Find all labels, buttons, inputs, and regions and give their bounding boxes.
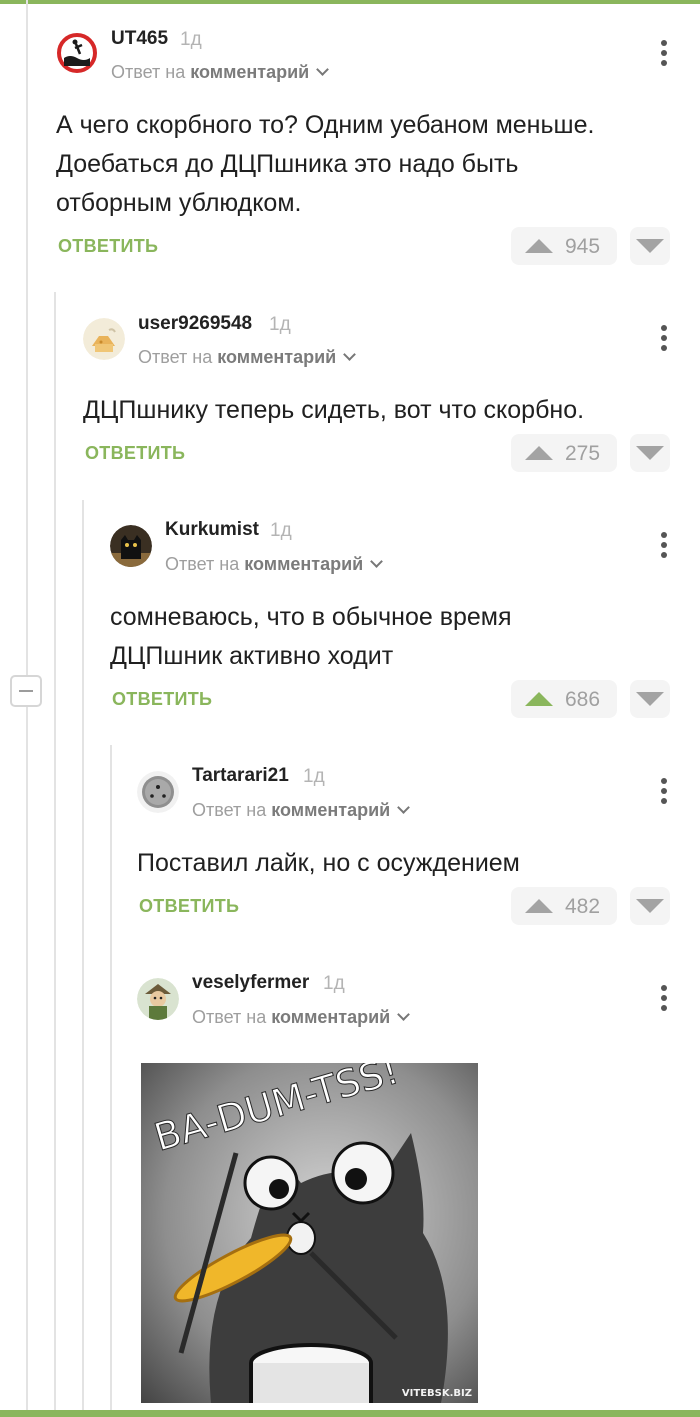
comment-text: ДЦПшнику теперь сидеть, вот что скорбно. — [83, 391, 584, 430]
comment-tartarari21: Tartarari21 1д Ответ на комментарий Пост… — [137, 765, 700, 935]
comment-author[interactable]: user9269548 — [138, 313, 252, 335]
reply-button[interactable]: ОТВЕТИТЬ — [58, 236, 158, 257]
vote-score: 945 — [565, 235, 601, 258]
reply-button[interactable]: ОТВЕТИТЬ — [139, 896, 239, 917]
reply-to-link[interactable]: Ответ на комментарий — [192, 1007, 411, 1028]
comment-text-line: ДЦПшник активно ходит — [110, 642, 394, 670]
avatar[interactable] — [56, 32, 98, 74]
comment-age: 1д — [269, 314, 291, 335]
downvote-button[interactable] — [630, 680, 670, 718]
reply-button[interactable]: ОТВЕТИТЬ — [112, 689, 212, 710]
vote-score: 275 — [565, 442, 601, 465]
reply-to-target: комментарий — [217, 347, 337, 367]
reply-button[interactable]: ОТВЕТИТЬ — [85, 443, 185, 464]
cartoon-cat-drummer-image[interactable]: BA-DUM-TSS! VITEBSK.BIZ — [141, 1063, 478, 1403]
comment-kurkumist: Kurkumist 1д Ответ на комментарий сомнев… — [110, 519, 700, 729]
upvote-arrow-icon — [525, 899, 553, 913]
avatar[interactable] — [137, 978, 179, 1020]
more-options-icon[interactable] — [661, 532, 667, 562]
chevron-down-icon — [343, 348, 357, 361]
thread-line-4[interactable] — [110, 745, 112, 1410]
reply-to-link[interactable]: Ответ на комментарий — [138, 347, 357, 368]
comment-author[interactable]: UT465 — [111, 28, 168, 50]
vote-score: 686 — [565, 688, 601, 711]
comment-veselyfermer: veselyfermer 1д Ответ на комментарий — [137, 972, 700, 1052]
bottom-accent-bar — [0, 1410, 700, 1417]
chevron-down-icon — [397, 1008, 411, 1021]
comment-text: А чего скорбного то? Одним уебаном меньш… — [56, 106, 594, 223]
thread-line-3[interactable] — [82, 500, 84, 1410]
cheese-house-icon — [83, 318, 125, 360]
comment-ut465: UT465 1д Ответ на комментарий А чего ско… — [56, 28, 700, 270]
warning-sinking-person-icon — [57, 33, 97, 73]
comment-age: 1д — [323, 973, 345, 994]
comment-user9269548: user9269548 1д Ответ на комментарий ДЦПш… — [83, 313, 700, 483]
reply-to-link[interactable]: Ответ на комментарий — [111, 62, 330, 83]
downvote-button[interactable] — [630, 887, 670, 925]
reply-to-prefix: Ответ на — [138, 347, 213, 367]
comment-age: 1д — [180, 29, 202, 50]
comment-text-line: ДЦПшнику теперь сидеть, вот что скорбно. — [83, 396, 585, 424]
meme-watermark: VITEBSK.BIZ — [401, 1388, 472, 1399]
reply-to-target: комментарий — [271, 1007, 391, 1027]
comment-text-line: А чего скорбного то? Одним уебаном меньш… — [56, 111, 595, 139]
comment-age: 1д — [303, 766, 325, 787]
upvote-button[interactable]: 686 — [511, 680, 617, 718]
cartoon-character-icon — [137, 978, 179, 1020]
comment-text-line: Поставил лайк, но с осуждением — [137, 849, 520, 877]
grey-disc-icon — [137, 771, 179, 813]
more-options-icon[interactable] — [661, 40, 667, 70]
comment-text-line: Доебаться до ДЦПшника это надо быть — [56, 150, 519, 178]
thread-line-2[interactable] — [54, 292, 56, 1410]
comment-text-line: отборным ублюдком. — [56, 189, 302, 217]
upvote-button[interactable]: 275 — [511, 434, 617, 472]
downvote-arrow-icon — [636, 446, 664, 460]
avatar[interactable] — [110, 525, 152, 567]
top-accent-bar — [0, 0, 700, 4]
collapse-thread-button[interactable] — [10, 675, 42, 707]
reply-to-prefix: Ответ на — [111, 62, 186, 82]
black-cat-icon — [110, 525, 152, 567]
meme-illustration: BA-DUM-TSS! — [141, 1063, 478, 1403]
reply-to-prefix: Ответ на — [165, 554, 240, 574]
more-options-icon[interactable] — [661, 778, 667, 808]
vote-score: 482 — [565, 895, 601, 918]
more-options-icon[interactable] — [661, 325, 667, 355]
comment-author[interactable]: veselyfermer — [192, 972, 309, 994]
downvote-button[interactable] — [630, 227, 670, 265]
comment-author[interactable]: Kurkumist — [165, 519, 259, 541]
reply-to-prefix: Ответ на — [192, 800, 267, 820]
reply-to-target: комментарий — [244, 554, 364, 574]
reply-to-link[interactable]: Ответ на комментарий — [192, 800, 411, 821]
reply-to-link[interactable]: Ответ на комментарий — [165, 554, 384, 575]
chevron-down-icon — [316, 63, 330, 76]
chevron-down-icon — [397, 801, 411, 814]
downvote-arrow-icon — [636, 239, 664, 253]
downvote-button[interactable] — [630, 434, 670, 472]
reply-to-target: комментарий — [190, 62, 310, 82]
downvote-arrow-icon — [636, 899, 664, 913]
avatar[interactable] — [137, 771, 179, 813]
chevron-down-icon — [370, 555, 384, 568]
upvote-button[interactable]: 945 — [511, 227, 617, 265]
upvote-button[interactable]: 482 — [511, 887, 617, 925]
upvote-arrow-icon — [525, 692, 553, 706]
comment-text: сомневаюсь, что в обычное время ДЦПшник … — [110, 598, 512, 676]
downvote-arrow-icon — [636, 692, 664, 706]
comment-text-line: сомневаюсь, что в обычное время — [110, 603, 512, 631]
comment-age: 1д — [270, 520, 292, 541]
reply-to-prefix: Ответ на — [192, 1007, 267, 1027]
more-options-icon[interactable] — [661, 985, 667, 1015]
reply-to-target: комментарий — [271, 800, 391, 820]
comment-text: Поставил лайк, но с осуждением — [137, 844, 520, 883]
avatar[interactable] — [83, 318, 125, 360]
upvote-arrow-icon — [525, 446, 553, 460]
upvote-arrow-icon — [525, 239, 553, 253]
comment-author[interactable]: Tartarari21 — [192, 765, 289, 787]
